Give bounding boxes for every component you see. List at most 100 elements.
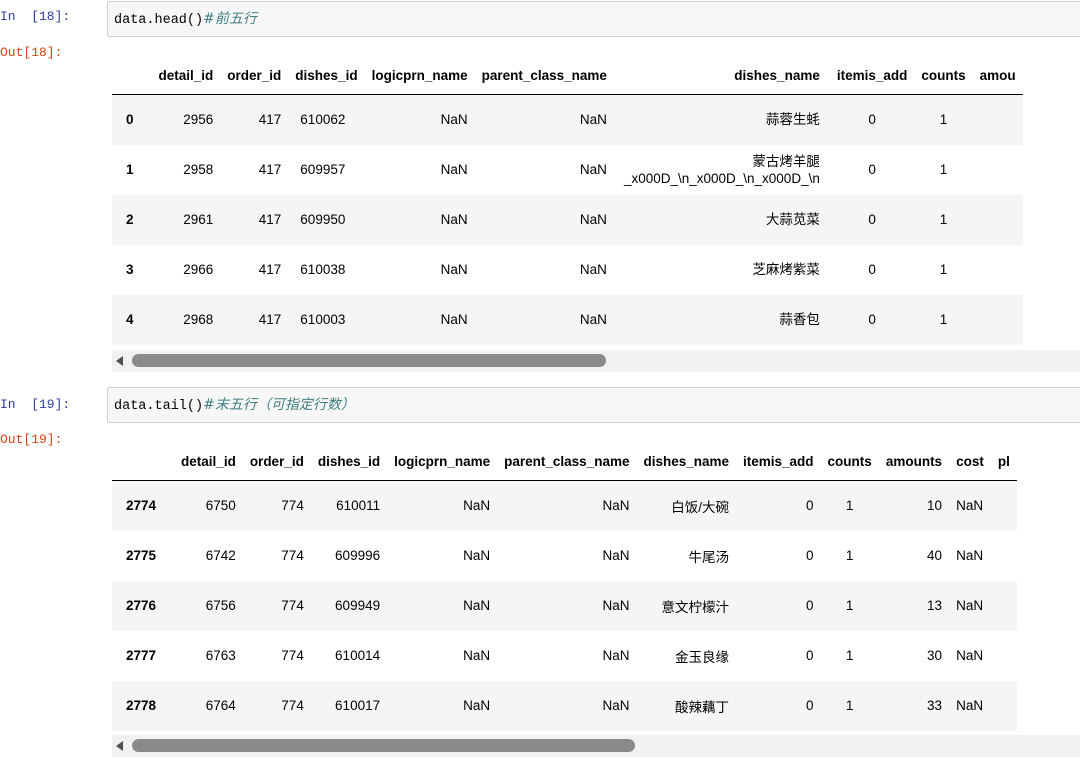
table-cell: 1 xyxy=(845,698,854,713)
table-cell: 417 xyxy=(258,212,282,227)
table-cell: 1 xyxy=(845,648,854,663)
column-header: detail_id xyxy=(151,56,221,95)
column-header: order_id xyxy=(242,442,311,481)
scroll-left-arrow-icon[interactable] xyxy=(116,356,123,366)
code-comment: #前五行 xyxy=(203,11,257,27)
code-text: data.tail() xyxy=(114,399,204,414)
table-cell: 417 xyxy=(258,112,282,128)
table-cell: NaN xyxy=(579,162,607,177)
table-cell: NaN xyxy=(440,312,468,327)
scrollbar-thumb[interactable] xyxy=(132,739,635,752)
table-cell: 蒙古烤羊腿 _x000D_\n_x000D_\n_x000D_\n xyxy=(623,153,820,186)
table-cell: NaN xyxy=(579,112,607,128)
table-cell: NaN xyxy=(440,112,468,128)
table-cell: 609996 xyxy=(335,548,381,563)
table-cell: 0 xyxy=(868,262,876,277)
table-row: 0 2956 417 610062 NaN NaN 蒜蓉生蚝 0 1 xyxy=(112,94,1023,145)
table-cell: 1 xyxy=(939,162,948,177)
table-cell xyxy=(973,245,1023,295)
row-index: 1 xyxy=(126,162,134,177)
table-cell: 蒜蓉生蚝 xyxy=(765,112,820,128)
scrollbar-thumb[interactable] xyxy=(132,354,606,367)
table-cell: 33 xyxy=(927,698,943,713)
table-cell: NaN xyxy=(602,498,630,514)
column-header: amounts xyxy=(878,442,950,481)
table-cell: 1 xyxy=(845,598,854,613)
table-cell: 609950 xyxy=(300,212,346,227)
column-header: parent_class_name xyxy=(474,56,617,95)
row-index: 3 xyxy=(126,262,134,277)
column-header: dishes_name xyxy=(636,442,737,481)
table-cell: NaN xyxy=(463,598,491,613)
table-cell: NaN xyxy=(463,648,491,663)
table-cell: NaN xyxy=(440,262,468,277)
table-cell: 417 xyxy=(258,162,282,177)
row-index: 2 xyxy=(126,212,134,227)
table-cell: 610014 xyxy=(335,648,381,663)
table-cell: NaN xyxy=(602,648,630,663)
code-text: data.head() xyxy=(114,13,204,28)
table-cell xyxy=(991,481,1017,531)
table-cell: 1 xyxy=(939,112,948,128)
scroll-left-arrow-icon[interactable] xyxy=(116,741,123,751)
horizontal-scrollbar[interactable] xyxy=(112,350,1080,372)
column-header: itemis_add xyxy=(829,56,915,95)
table-cell: 610003 xyxy=(300,312,346,327)
column-header: cost xyxy=(949,442,991,481)
table-cell: NaN xyxy=(956,498,984,514)
table-cell: NaN xyxy=(579,262,607,277)
column-header: order_id xyxy=(220,56,289,95)
column-header: counts xyxy=(820,442,879,481)
table-cell: NaN xyxy=(579,312,607,327)
table-row: 1 2958 417 609957 NaN NaN 蒙古烤羊腿 _x000D_\… xyxy=(112,145,1023,195)
row-index: 2776 xyxy=(126,598,157,613)
output-prompt: Out[19]: xyxy=(0,432,63,447)
row-index: 2775 xyxy=(126,548,157,563)
table-cell: NaN xyxy=(463,548,491,563)
column-header: detail_id xyxy=(174,442,243,481)
table-cell: 0 xyxy=(806,598,814,613)
table-cell: 0 xyxy=(868,312,876,327)
index-header xyxy=(112,56,152,95)
table-cell: 774 xyxy=(281,598,304,613)
table-cell: 白饭/大碗 xyxy=(671,499,730,515)
table-cell: 芝麻烤紫菜 xyxy=(752,262,820,277)
table-cell xyxy=(973,195,1023,245)
table-cell: 1 xyxy=(939,212,948,227)
row-index: 2774 xyxy=(126,498,157,514)
table-cell: 意文柠檬汁 xyxy=(661,599,730,615)
index-header xyxy=(112,442,175,481)
table-cell: 金玉良缘 xyxy=(675,649,730,665)
code-comment: #末五行（可指定行数） xyxy=(203,397,355,413)
table-cell: 10 xyxy=(927,498,943,514)
table-cell: 6764 xyxy=(205,698,236,713)
horizontal-scrollbar[interactable] xyxy=(112,735,1080,757)
table-header-row: detail_id order_id dishes_id logicprn_na… xyxy=(112,442,1017,481)
table-cell: NaN xyxy=(602,548,630,563)
code-input-cell[interactable]: data.head()#前五行 xyxy=(107,1,1080,37)
input-prompt: In [18]: xyxy=(0,9,71,24)
column-header: itemis_add xyxy=(736,442,821,481)
table-row: 2 2961 417 609950 NaN NaN 大蒜苋菜 0 1 xyxy=(112,194,1023,245)
table-row: 2775 6742 774 609996 NaN NaN 牛尾汤 0 1 40 … xyxy=(112,531,1017,581)
table-cell: 610011 xyxy=(336,498,381,514)
table-cell xyxy=(991,681,1017,731)
table-cell: 蒜香包 xyxy=(779,312,820,327)
table-cell: NaN xyxy=(463,698,491,713)
table-cell xyxy=(973,295,1023,345)
table-cell xyxy=(973,145,1023,195)
table-cell: 774 xyxy=(281,498,304,514)
row-index: 4 xyxy=(126,312,134,327)
table-cell: 609957 xyxy=(300,162,346,177)
table-cell: 6756 xyxy=(205,598,236,613)
table-cell: 13 xyxy=(927,598,943,613)
table-row: 3 2966 417 610038 NaN NaN 芝麻烤紫菜 0 1 xyxy=(112,245,1023,295)
table-cell: 610017 xyxy=(335,698,381,713)
table-cell: 牛尾汤 xyxy=(688,549,730,565)
table-row: 2776 6756 774 609949 NaN NaN 意文柠檬汁 0 1 1… xyxy=(112,580,1017,631)
table-cell: 2966 xyxy=(183,262,214,277)
table-cell: 0 xyxy=(806,648,814,663)
column-header: pl xyxy=(990,442,1017,481)
table-cell: 大蒜苋菜 xyxy=(765,212,820,227)
code-input-cell[interactable]: data.tail()#末五行（可指定行数） xyxy=(107,387,1080,423)
